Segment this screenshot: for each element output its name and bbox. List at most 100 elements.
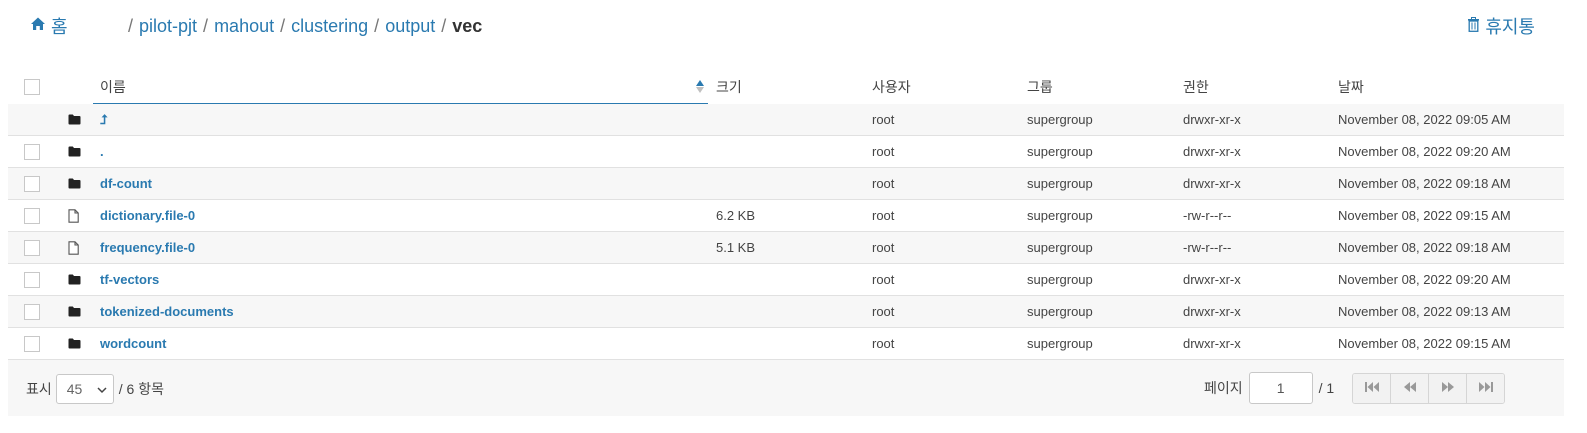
row-checkbox[interactable] xyxy=(24,143,40,160)
page-number-input[interactable]: 1 xyxy=(1248,372,1313,404)
row-checkbox[interactable] xyxy=(24,175,40,192)
row-checkbox[interactable] xyxy=(24,207,40,224)
folder-icon xyxy=(68,104,81,135)
home-link[interactable]: 홈 xyxy=(30,13,68,39)
trash-label: 휴지통 xyxy=(1485,17,1535,37)
backward-icon xyxy=(1402,380,1418,396)
row-checkbox[interactable] xyxy=(24,239,40,256)
file-date: November 08, 2022 09:20 AM xyxy=(1338,144,1511,159)
file-date: November 08, 2022 09:18 AM xyxy=(1338,176,1511,191)
file-date: November 08, 2022 09:20 AM xyxy=(1338,272,1511,287)
file-user: root xyxy=(872,112,895,127)
file-date: November 08, 2022 09:18 AM xyxy=(1338,240,1511,255)
table-body: ⮥ root supergroup drwxr-xr-x November 08, 20… xyxy=(8,104,1564,360)
file-user: root xyxy=(872,176,895,191)
breadcrumb-item[interactable]: mahout xyxy=(214,16,274,37)
file-permission: drwxr-xr-x xyxy=(1183,176,1241,191)
home-icon xyxy=(30,16,51,37)
breadcrumb-item[interactable]: output xyxy=(385,16,435,37)
breadcrumb-separator: / xyxy=(441,15,447,36)
column-header-size[interactable]: 크기 xyxy=(716,70,742,104)
page-size-value: 45 xyxy=(66,381,83,397)
file-group: supergroup xyxy=(1027,176,1093,191)
previous-page-button[interactable] xyxy=(1390,373,1429,403)
page-size-control: 표시 45 / 6 항목 xyxy=(26,374,164,404)
file-name-link[interactable]: dictionary.file-0 xyxy=(100,200,195,231)
page-nav-group xyxy=(1352,372,1506,404)
breadcrumb-separator: / xyxy=(280,15,286,36)
items-count: / 6 항목 xyxy=(118,381,164,397)
file-name-link[interactable]: frequency.file-0 xyxy=(100,232,195,263)
column-header-name[interactable]: 이름 xyxy=(93,70,708,104)
file-group: supergroup xyxy=(1027,144,1093,159)
column-header-permission[interactable]: 권한 xyxy=(1183,70,1209,104)
column-header-group[interactable]: 그룹 xyxy=(1027,70,1053,104)
page-total: / 1 xyxy=(1318,380,1335,396)
folder-icon xyxy=(68,136,81,167)
last-page-button[interactable] xyxy=(1466,373,1505,403)
page-size-select[interactable]: 45 xyxy=(55,374,114,404)
file-date: November 08, 2022 09:15 AM xyxy=(1338,208,1511,223)
file-group: supergroup xyxy=(1027,272,1093,287)
file-user: root xyxy=(872,144,895,159)
table-row[interactable]: tokenized-documents root supergroup drwxr-x… xyxy=(8,296,1564,328)
table-row[interactable]: . root supergroup drwxr-xr-x November 08, 20… xyxy=(8,136,1564,168)
table-header: 이름 크기 사용자 그룹 권한 날짜 xyxy=(8,70,1564,104)
file-permission: -rw-r--r-- xyxy=(1183,208,1232,223)
folder-icon xyxy=(68,264,81,295)
file-user: root xyxy=(872,208,895,223)
file-permission: drwxr-xr-x xyxy=(1183,112,1241,127)
breadcrumb-current: vec xyxy=(452,15,483,36)
home-label: 홈 xyxy=(51,17,68,37)
table-row[interactable]: dictionary.file-0 6.2 KB root supergroup -rw… xyxy=(8,200,1564,232)
file-user: root xyxy=(872,272,895,287)
file-name-link[interactable]: tokenized-documents xyxy=(100,296,234,327)
file-user: root xyxy=(872,240,895,255)
row-checkbox[interactable] xyxy=(24,271,40,288)
column-header-name-label: 이름 xyxy=(100,78,126,95)
file-permission: drwxr-xr-x xyxy=(1183,336,1241,351)
table-row[interactable]: tf-vectors root supergroup drwxr-xr-x Novemb… xyxy=(8,264,1564,296)
column-header-user[interactable]: 사용자 xyxy=(872,70,911,104)
trash-button[interactable]: 휴지통 xyxy=(1467,12,1535,40)
table-row[interactable]: ⮥ root supergroup drwxr-xr-x November 08, 20… xyxy=(8,104,1564,136)
sort-ascending-icon xyxy=(696,80,704,93)
file-permission: -rw-r--r-- xyxy=(1183,240,1232,255)
page-label: 페이지 xyxy=(1204,380,1243,396)
file-name-link[interactable]: ⮥ xyxy=(100,104,108,135)
show-label: 표시 xyxy=(26,381,52,397)
file-table: 이름 크기 사용자 그룹 권한 날짜 ⮥ root supergroup drwxr-… xyxy=(8,70,1564,360)
file-date: November 08, 2022 09:15 AM xyxy=(1338,336,1511,351)
column-header-date[interactable]: 날짜 xyxy=(1338,70,1364,104)
first-page-button[interactable] xyxy=(1353,373,1391,403)
table-row[interactable]: wordcount root supergroup drwxr-xr-x Novembe… xyxy=(8,328,1564,360)
folder-icon xyxy=(68,168,81,199)
table-row[interactable]: frequency.file-0 5.1 KB root supergroup -rw-… xyxy=(8,232,1564,264)
folder-icon xyxy=(68,328,81,359)
table-footer: 표시 45 / 6 항목 페이지 1 / 1 xyxy=(8,359,1564,416)
breadcrumb-item[interactable]: pilot-pjt xyxy=(139,16,197,37)
file-name-link[interactable]: tf-vectors xyxy=(100,264,159,295)
row-checkbox[interactable] xyxy=(24,335,40,352)
breadcrumb-separator: / xyxy=(203,15,209,36)
breadcrumb-separator: / xyxy=(128,15,134,36)
select-all-checkbox[interactable] xyxy=(24,79,40,95)
file-name-link[interactable]: . xyxy=(100,136,104,167)
file-user: root xyxy=(872,336,895,351)
table-row[interactable]: df-count root supergroup drwxr-xr-x November… xyxy=(8,168,1564,200)
breadcrumb-item[interactable]: clustering xyxy=(291,16,368,37)
file-date: November 08, 2022 09:13 AM xyxy=(1338,304,1511,319)
file-name-link[interactable]: wordcount xyxy=(100,328,166,359)
file-user: root xyxy=(872,304,895,319)
row-checkbox[interactable] xyxy=(24,303,40,320)
first-page-icon xyxy=(1364,380,1380,396)
file-permission: drwxr-xr-x xyxy=(1183,304,1241,319)
folder-icon xyxy=(68,296,81,327)
next-page-button[interactable] xyxy=(1428,373,1467,403)
breadcrumb: 홈 / pilot-pjt / mahout / clustering / ou… xyxy=(30,12,482,40)
file-name-link[interactable]: df-count xyxy=(100,168,152,199)
pagination: 페이지 1 / 1 xyxy=(1204,372,1506,404)
file-permission: drwxr-xr-x xyxy=(1183,272,1241,287)
file-size: 5.1 KB xyxy=(716,240,756,255)
file-group: supergroup xyxy=(1027,112,1093,127)
